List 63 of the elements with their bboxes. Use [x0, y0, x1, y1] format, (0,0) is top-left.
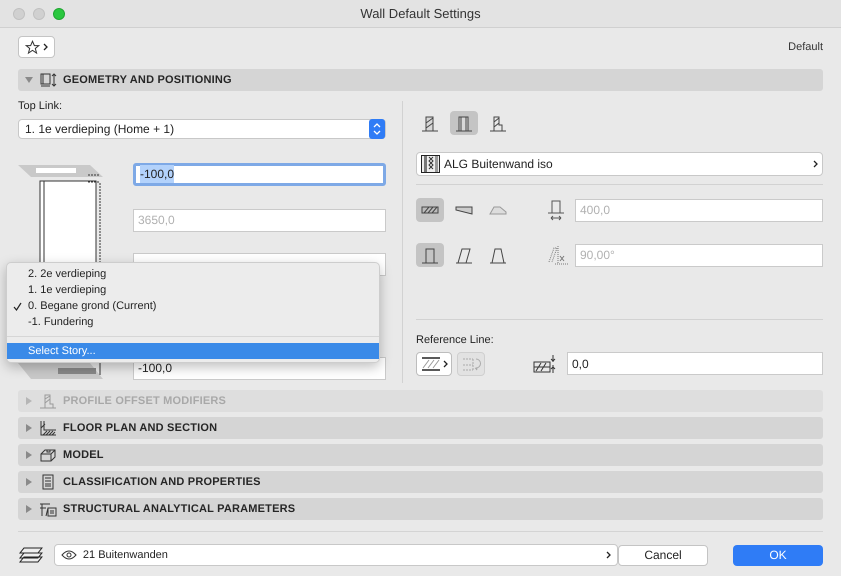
composite-select[interactable]: ALG Buitenwand iso — [416, 152, 823, 176]
reference-line-icon — [420, 356, 440, 372]
top-link-select[interactable]: 1. 1e verdieping (Home + 1) — [18, 118, 386, 138]
wall-geometry-icon — [39, 72, 57, 88]
menu-item[interactable]: 1. 1e verdieping — [7, 282, 379, 298]
input-field[interactable]: -100,0 — [133, 162, 386, 186]
collapsed-triangle-icon — [25, 397, 33, 405]
chevron-right-icon — [442, 360, 448, 368]
thickness-icon — [547, 199, 565, 221]
section-header[interactable]: MODEL — [18, 444, 823, 466]
slanted-wall-icon — [454, 246, 474, 264]
single-wall-icon — [420, 114, 440, 132]
section-header[interactable]: GEOMETRY AND POSITIONING — [18, 69, 823, 91]
section-title: MODEL — [63, 448, 104, 463]
tapered-wall-icon — [488, 246, 508, 264]
input-field[interactable]: 0,0 — [567, 352, 823, 375]
menu-item[interactable]: 0. Begane grond (Current) — [7, 298, 379, 314]
structure-form-icon — [39, 501, 57, 517]
stepper-icon — [369, 118, 385, 138]
upright-wall-icon — [420, 246, 440, 264]
toggle-button[interactable] — [416, 243, 444, 267]
checkmark-icon — [13, 302, 22, 310]
menu-item[interactable]: Select Story... — [7, 343, 379, 359]
menu-item[interactable]: 2. 2e verdieping — [7, 266, 379, 282]
toggle-button[interactable] — [450, 111, 478, 135]
section-header[interactable]: CLASSIFICATION AND PROPERTIES — [18, 471, 823, 493]
profile-wall-icon — [488, 114, 508, 132]
layer-select[interactable]: 21 Buitenwanden — [54, 544, 618, 566]
chevron-right-icon — [813, 160, 818, 168]
chevron-right-icon — [606, 551, 611, 559]
star-icon — [25, 40, 40, 54]
field-label: Top Link: — [18, 99, 64, 114]
menu-item[interactable]: -1. Fundering — [7, 314, 379, 330]
collapsed-triangle-icon — [25, 478, 33, 486]
collapsed-triangle-icon — [25, 505, 33, 513]
reference-line-button[interactable] — [416, 352, 452, 376]
box-icon — [39, 447, 57, 463]
collapsed-triangle-icon — [25, 451, 33, 459]
zoom-button[interactable] — [53, 8, 65, 20]
layered-wall-icon — [454, 114, 474, 132]
window-title: Wall Default Settings — [360, 4, 481, 23]
field-label: Reference Line: — [416, 333, 495, 348]
profile-wall-icon — [39, 393, 57, 409]
section-title: STRUCTURAL ANALYTICAL PARAMETERS — [63, 502, 296, 517]
section-title: GEOMETRY AND POSITIONING — [63, 72, 232, 88]
layers-icon — [18, 546, 44, 564]
collapsed-triangle-icon — [25, 424, 33, 432]
section-header[interactable]: STRUCTURAL ANALYTICAL PARAMETERS — [18, 498, 823, 520]
toggle-button[interactable] — [416, 198, 444, 222]
hatched-corner-icon — [39, 420, 57, 436]
ok-button[interactable]: OK — [733, 544, 823, 566]
eye-icon — [60, 550, 77, 560]
section-title: FLOOR PLAN AND SECTION — [63, 420, 218, 436]
favorite-name: Default — [788, 40, 823, 55]
section-header[interactable]: FLOOR PLAN AND SECTION — [18, 417, 823, 439]
chevron-right-icon — [43, 43, 48, 51]
slant-angle-icon — [547, 244, 569, 266]
flip-icon — [461, 356, 481, 372]
favorites-button[interactable] — [18, 36, 55, 58]
cancel-button[interactable]: Cancel — [618, 544, 708, 566]
expanded-triangle-icon — [25, 76, 33, 84]
section-title: CLASSIFICATION AND PROPERTIES — [63, 474, 261, 490]
composite-swatch-icon — [421, 155, 440, 173]
